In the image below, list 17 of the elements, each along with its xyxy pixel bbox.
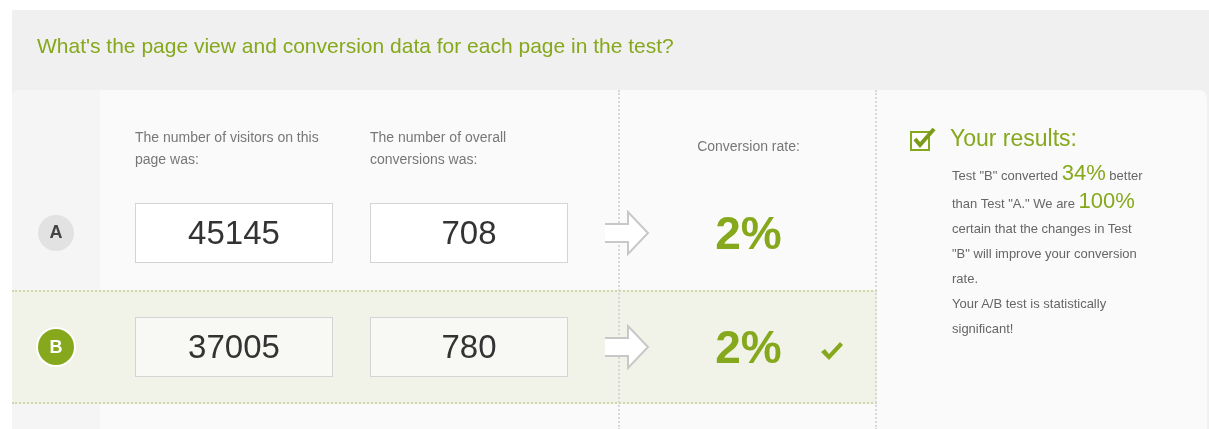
visitors-input-field[interactable]: 37005	[135, 317, 333, 377]
variant-badge: B	[38, 329, 74, 365]
conversions-input-field[interactable]: 780	[370, 317, 568, 377]
conversion-rate: 2%	[715, 320, 782, 374]
column-label: The number of overall conversions was:	[370, 128, 508, 169]
results-summary: Test "B" converted 34% better than Test "A." We are 100% certain that the changes in Test "B" will improve your conversion rate.	[952, 160, 1144, 288]
question-heading: What's the page view and conversion data for each page in the test?	[36, 33, 675, 59]
visitors-input-field[interactable]: 45145	[135, 202, 333, 263]
conversions-input-field[interactable]: 708	[370, 202, 568, 263]
results-title: Your results:	[950, 125, 1077, 152]
conversion-rate: 2%	[715, 205, 782, 260]
column-label: Conversion rate:	[697, 137, 800, 156]
arrow-icon	[604, 209, 650, 256]
variant-badge: A	[38, 214, 74, 251]
column-label: The number of visitors on this page was:	[135, 128, 320, 169]
arrow-icon	[604, 324, 650, 370]
results-verdict: Your A/B test is statistically significant!	[952, 295, 1108, 338]
